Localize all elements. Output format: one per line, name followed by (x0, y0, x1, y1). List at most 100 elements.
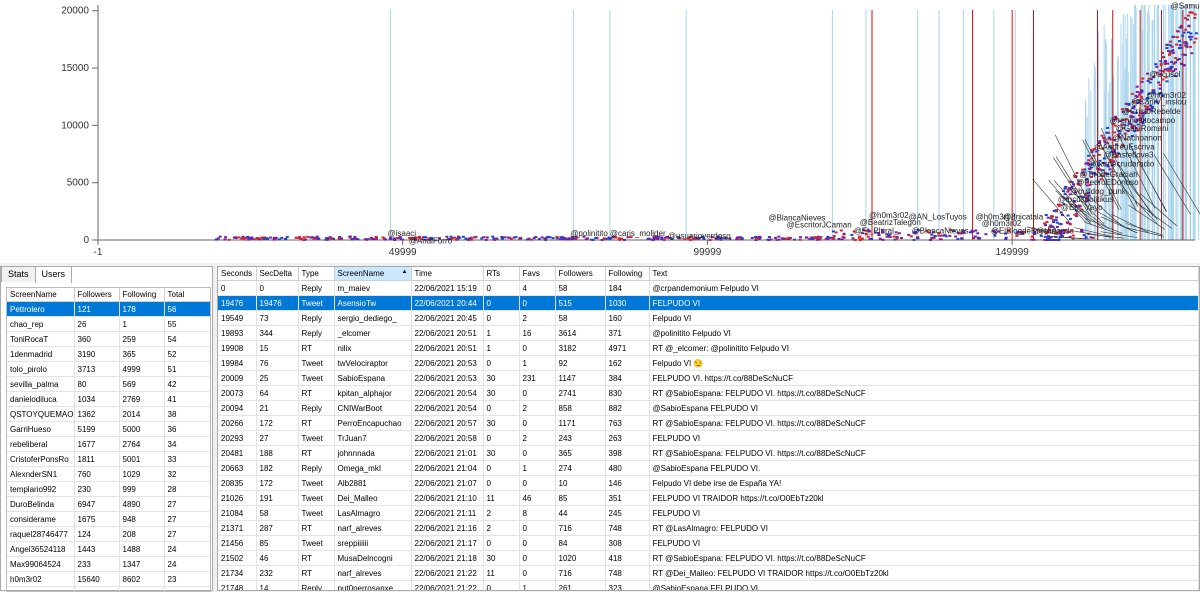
user-cell[interactable]: 360 (74, 332, 119, 347)
user-cell[interactable]: 135 (119, 587, 164, 592)
user-cell[interactable]: Angel36524118 (7, 542, 74, 557)
user-cell[interactable]: 760 (74, 467, 119, 482)
tweet-col-header[interactable]: SecDelta (256, 267, 298, 281)
tweet-cell[interactable]: 22/06/2021 21:11 (411, 506, 483, 521)
tweet-cell[interactable]: 15 (256, 341, 298, 356)
tweet-cell[interactable]: 22/06/2021 15:19 (411, 281, 483, 296)
user-row[interactable]: danielodiluca1034276941 (7, 392, 210, 407)
user-cell[interactable]: 2014 (119, 407, 164, 422)
tweet-row[interactable]: 20266172RTPerroEncapuchao22/06/2021 20:5… (218, 416, 1198, 431)
tweet-cell[interactable]: FELPUDO VI (649, 296, 1198, 311)
tweet-cell[interactable]: 274 (555, 461, 605, 476)
tweet-cell[interactable]: 1 (483, 341, 519, 356)
user-cell[interactable]: 4890 (119, 497, 164, 512)
tweet-cell[interactable]: 21026 (218, 491, 256, 506)
tweet-cell[interactable]: RT (298, 566, 334, 581)
user-row[interactable]: raquel2874647712420827 (7, 527, 210, 542)
tweet-cell[interactable]: 1030 (605, 296, 649, 311)
tweet-cell[interactable]: 22/06/2021 20:57 (411, 416, 483, 431)
tweet-cell[interactable]: MusaDelncogni (334, 551, 411, 566)
user-cell[interactable]: templario992 (7, 482, 74, 497)
tweet-cell[interactable]: 748 (605, 521, 649, 536)
tweet-cell[interactable]: FELPUDO VI TRAIDOR https://t.co/O0EbTz20… (649, 491, 1198, 506)
tweet-cell[interactable]: 287 (256, 521, 298, 536)
user-row[interactable]: Angel365241181443148824 (7, 542, 210, 557)
tweet-cell[interactable]: 20663 (218, 461, 256, 476)
tweet-cell[interactable]: 182 (256, 461, 298, 476)
tweet-cell[interactable]: 0 (483, 401, 519, 416)
user-row[interactable]: GarriHueso5199500036 (7, 422, 210, 437)
user-cell[interactable]: 1811 (74, 452, 119, 467)
tweet-col-header[interactable]: Following (605, 267, 649, 281)
tweet-row[interactable]: 2145685Tweetsreppiiiiii22/06/2021 21:170… (218, 536, 1198, 551)
tweet-cell[interactable]: FELPUDO VI. https://t.co/88DeScNuCF (649, 371, 1198, 386)
user-cell[interactable]: chao_rep (7, 317, 74, 332)
user-cell[interactable]: QSTOYQUEMAO (7, 407, 74, 422)
tweet-cell[interactable]: 20009 (218, 371, 256, 386)
tweet-cell[interactable]: Felpudo VI debe irse de España YA! (649, 476, 1198, 491)
tweet-cell[interactable]: 418 (605, 551, 649, 566)
user-cell[interactable]: 3713 (74, 362, 119, 377)
tweet-cell[interactable]: 16 (519, 326, 555, 341)
tweet-cell[interactable]: 398 (605, 446, 649, 461)
tab-users[interactable]: Users (35, 266, 73, 283)
user-row[interactable]: Pettrolero12117856 (7, 302, 210, 317)
user-row[interactable]: Max99064524233134724 (7, 557, 210, 572)
user-cell[interactable]: 52 (164, 347, 210, 362)
tweet-cell[interactable]: 73 (256, 311, 298, 326)
tweet-cell[interactable]: 22/06/2021 20:45 (411, 311, 483, 326)
tweet-cell[interactable]: nilix (334, 341, 411, 356)
tweet-cell[interactable]: Reply (298, 581, 334, 592)
tweet-cell[interactable]: 21456 (218, 536, 256, 551)
tweet-cell[interactable]: 172 (256, 476, 298, 491)
tweet-cell[interactable]: @crpandemonium Felpudo VI (649, 281, 1198, 296)
tweet-cell[interactable]: 22/06/2021 21:22 (411, 566, 483, 581)
tweet-cell[interactable]: LasAlmagro (334, 506, 411, 521)
user-row[interactable]: DuroBelinda6947489027 (7, 497, 210, 512)
tweet-row[interactable]: 2108458TweetLasAlmagro22/06/2021 21:1128… (218, 506, 1198, 521)
tweet-cell[interactable]: 2 (519, 311, 555, 326)
tweet-cell[interactable]: 46 (519, 491, 555, 506)
user-row[interactable]: CristoferPonsRo1811500133 (7, 452, 210, 467)
tweet-cell[interactable]: @polinitito Felpudo VI (649, 326, 1198, 341)
tweet-cell[interactable]: 0 (483, 281, 519, 296)
tweet-cell[interactable]: Alb2881 (334, 476, 411, 491)
tweet-cell[interactable]: RT (298, 386, 334, 401)
tweet-cell[interactable]: 0 (483, 356, 519, 371)
tweet-cell[interactable]: Tweet (298, 506, 334, 521)
tweet-cell[interactable]: 19893 (218, 326, 256, 341)
tweet-col-header[interactable]: Followers (555, 267, 605, 281)
tweet-col-header[interactable]: ScreenName▲ (334, 267, 411, 281)
tweet-cell[interactable]: 20835 (218, 476, 256, 491)
tweet-col-header[interactable]: RTs (483, 267, 519, 281)
tweet-cell[interactable]: 21371 (218, 521, 256, 536)
tweet-cell[interactable]: TrJuan7 (334, 431, 411, 446)
user-cell[interactable]: 5199 (74, 422, 119, 437)
user-cell[interactable]: 23 (164, 587, 210, 592)
user-cell[interactable]: 365 (119, 347, 164, 362)
tweet-row[interactable]: 21371287RTnarf_alreves22/06/2021 21:1620… (218, 521, 1198, 536)
tweet-row[interactable]: 1954973Replysergio_dediego_22/06/2021 20… (218, 311, 1198, 326)
user-cell[interactable]: 27 (164, 512, 210, 527)
tweet-row[interactable]: 2009421ReplyCNIWarBoot22/06/2021 20:5402… (218, 401, 1198, 416)
user-cell[interactable]: 8602 (119, 572, 164, 587)
user-cell[interactable]: 230 (74, 482, 119, 497)
user-cell[interactable]: rebeliberal (7, 437, 74, 452)
tweet-cell[interactable]: PerroEncapuchao (334, 416, 411, 431)
tweet-cell[interactable]: 19549 (218, 311, 256, 326)
tweet-cell[interactable]: 2 (519, 431, 555, 446)
tweet-cell[interactable]: 46 (256, 551, 298, 566)
user-cell[interactable]: 34 (164, 437, 210, 452)
tweet-cell[interactable]: 84 (555, 536, 605, 551)
user-row[interactable]: 1denmadrid319036552 (7, 347, 210, 362)
user-cell[interactable]: 80 (74, 377, 119, 392)
user-cell[interactable]: ToniRocaT (7, 332, 74, 347)
user-cell[interactable]: 28 (164, 482, 210, 497)
tweet-col-header[interactable]: Time (411, 267, 483, 281)
tweet-cell[interactable]: johnnnada (334, 446, 411, 461)
user-cell[interactable]: sevilla_palma (7, 377, 74, 392)
tweet-col-header[interactable]: Seconds (218, 267, 256, 281)
tweet-cell[interactable]: RT @SabioEspana: FELPUDO VI. https://t.c… (649, 446, 1198, 461)
user-cell[interactable]: 259 (119, 332, 164, 347)
tweet-cell[interactable]: 1171 (555, 416, 605, 431)
